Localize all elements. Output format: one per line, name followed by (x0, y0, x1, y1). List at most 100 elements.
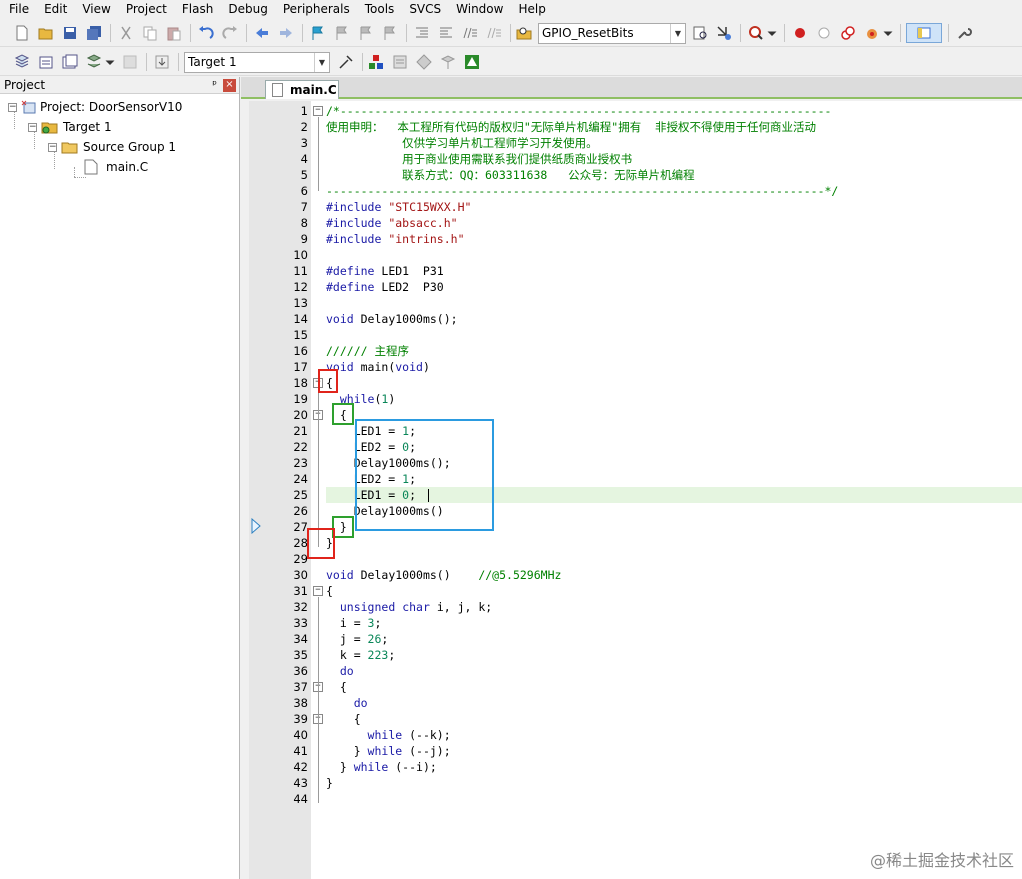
target-options-icon[interactable] (336, 52, 356, 72)
code-line[interactable]: 6 ---------------------------------------… (249, 183, 1022, 199)
tree-item-file[interactable]: main.C (84, 158, 148, 176)
select-packs-icon[interactable] (414, 52, 434, 72)
undo-icon[interactable] (196, 23, 216, 43)
find-in-files-icon[interactable] (514, 23, 534, 43)
nav-back-icon[interactable] (252, 23, 272, 43)
configure-icon[interactable] (954, 23, 974, 43)
code-line[interactable]: 41 } while (--j); (249, 743, 1022, 759)
code-line[interactable]: 39− { (249, 711, 1022, 727)
close-icon[interactable]: × (223, 79, 236, 92)
code-line[interactable]: 29 (249, 551, 1022, 567)
insert-breakpoint-icon[interactable] (790, 23, 810, 43)
code-line[interactable]: 35 k = 223; (249, 647, 1022, 663)
build-icon[interactable] (36, 52, 56, 72)
uncomment-icon[interactable] (484, 23, 504, 43)
code-line[interactable]: 17 void main(void) (249, 359, 1022, 375)
code-line[interactable]: 12 #define LED2 P30 (249, 279, 1022, 295)
code-line[interactable]: 7 #include "STC15WXX.H" (249, 199, 1022, 215)
code-line[interactable]: 38 do (249, 695, 1022, 711)
code-line[interactable]: 32 unsigned char i, j, k; (249, 599, 1022, 615)
menu-file[interactable]: File (0, 1, 35, 18)
menu-edit[interactable]: Edit (35, 1, 73, 18)
collapse-icon[interactable]: − (48, 142, 57, 152)
window-layout-icon[interactable] (906, 23, 942, 43)
disable-breakpoints-icon[interactable] (838, 23, 858, 43)
code-line[interactable]: 44 (249, 791, 1022, 807)
code-line[interactable]: 11 #define LED1 P31 (249, 263, 1022, 279)
indent-icon[interactable] (412, 23, 432, 43)
incremental-find-icon[interactable] (714, 23, 734, 43)
translate-icon[interactable] (12, 52, 32, 72)
code-line[interactable]: 2 使用申明： 本工程所有代码的版权归"无际单片机编程"拥有 非授权不得使用于任何… (249, 119, 1022, 135)
code-line[interactable]: 4 用于商业使用需联系我们提供纸质商业授权书 (249, 151, 1022, 167)
rte-icon[interactable] (462, 52, 482, 72)
menu-project[interactable]: Project (117, 1, 173, 18)
menu-tools[interactable]: Tools (356, 1, 401, 18)
code-line[interactable]: 30 void Delay1000ms() //@5.5296MHz (249, 567, 1022, 583)
code-line[interactable]: 13 (249, 295, 1022, 311)
chevron-down-icon[interactable] (882, 23, 894, 43)
enable-breakpoint-icon[interactable] (814, 23, 834, 43)
file-extensions-icon[interactable] (390, 52, 410, 72)
bookmark-clear-icon[interactable] (380, 23, 400, 43)
menu-svcs[interactable]: SVCS (400, 1, 447, 18)
code-line[interactable]: 16 ////// 主程序 (249, 343, 1022, 359)
chevron-down-icon[interactable]: ▼ (314, 53, 329, 72)
save-icon[interactable] (60, 23, 80, 43)
code-line[interactable]: 14 void Delay1000ms(); (249, 311, 1022, 327)
code-line[interactable]: 10 (249, 247, 1022, 263)
code-line[interactable]: 3 仅供学习单片机工程师学习开发使用。 (249, 135, 1022, 151)
save-all-icon[interactable] (84, 23, 104, 43)
code-line[interactable]: 9 #include "intrins.h" (249, 231, 1022, 247)
chevron-down-icon[interactable] (104, 52, 116, 72)
rebuild-icon[interactable] (60, 52, 80, 72)
pack-installer-icon[interactable] (438, 52, 458, 72)
menu-help[interactable]: Help (509, 1, 551, 18)
pin-icon[interactable]: ᵖ (212, 78, 217, 91)
bookmark-next-icon[interactable] (356, 23, 376, 43)
code-line[interactable]: 1−/*------------------------------------… (249, 103, 1022, 119)
code-line[interactable]: 40 while (--k); (249, 727, 1022, 743)
code-line[interactable]: 36 do (249, 663, 1022, 679)
function-select[interactable]: GPIO_ResetBits ▼ (538, 23, 686, 44)
collapse-icon[interactable]: − (28, 122, 37, 132)
redo-icon[interactable] (220, 23, 240, 43)
copy-icon[interactable] (140, 23, 160, 43)
fold-collapse-icon[interactable]: − (313, 106, 323, 116)
code-line[interactable]: 43} (249, 775, 1022, 791)
nav-forward-icon[interactable] (276, 23, 296, 43)
code-line[interactable]: 33 i = 3; (249, 615, 1022, 631)
tab-main-c[interactable]: main.C (265, 80, 339, 99)
debug-start-icon[interactable] (746, 23, 766, 43)
target-select[interactable]: Target 1 ▼ (184, 52, 330, 73)
collapse-icon[interactable]: − (8, 102, 17, 112)
kill-breakpoints-icon[interactable] (862, 23, 882, 43)
comment-icon[interactable] (460, 23, 480, 43)
open-folder-icon[interactable] (36, 23, 56, 43)
fold-collapse-icon[interactable]: − (313, 586, 323, 596)
code-line[interactable]: 19 while(1) (249, 391, 1022, 407)
code-line[interactable]: 18−{ (249, 375, 1022, 391)
menu-flash[interactable]: Flash (173, 1, 219, 18)
code-line[interactable]: 15 (249, 327, 1022, 343)
batch-build-icon[interactable] (84, 52, 104, 72)
cut-icon[interactable] (116, 23, 136, 43)
find-icon[interactable] (690, 23, 710, 43)
code-line[interactable]: 34 j = 26; (249, 631, 1022, 647)
unindent-icon[interactable] (436, 23, 456, 43)
tree-item-source-group[interactable]: − Source Group 1 (48, 138, 176, 156)
tree-item-target[interactable]: − Target 1 (28, 118, 112, 136)
manage-components-icon[interactable] (366, 52, 386, 72)
chevron-down-icon[interactable] (766, 23, 778, 43)
new-file-icon[interactable] (12, 23, 32, 43)
code-line[interactable]: 5 联系方式：QQ：603311638 公众号：无际单片机编程 (249, 167, 1022, 183)
stop-build-icon[interactable] (120, 52, 140, 72)
menu-window[interactable]: Window (447, 1, 509, 18)
paste-icon[interactable] (164, 23, 184, 43)
menu-peripherals[interactable]: Peripherals (274, 1, 356, 18)
menu-debug[interactable]: Debug (219, 1, 273, 18)
bookmark-prev-icon[interactable] (332, 23, 352, 43)
code-line[interactable]: 28} (249, 535, 1022, 551)
code-line[interactable]: 8 #include "absacc.h" (249, 215, 1022, 231)
download-icon[interactable] (152, 52, 172, 72)
